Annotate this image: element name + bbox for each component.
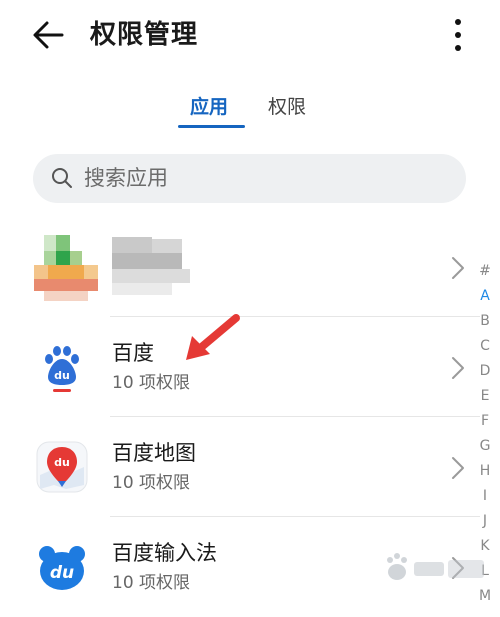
app-name: 百度输入法: [112, 541, 217, 565]
baidu-input-icon: du: [39, 546, 85, 590]
more-vertical-icon[interactable]: [445, 16, 471, 54]
list-item-baidu-map[interactable]: du 百度地图 10 项权限: [0, 417, 480, 517]
svg-text:du: du: [54, 456, 70, 469]
watermark-logo-icon: [387, 553, 484, 580]
tab-apps[interactable]: 应用: [190, 94, 228, 120]
baidu-map-icon: du: [36, 441, 88, 493]
index-letter[interactable]: E: [470, 384, 500, 409]
list-item-blurred-app[interactable]: [0, 217, 480, 317]
index-letter[interactable]: D: [470, 359, 500, 384]
index-letter[interactable]: B: [470, 309, 500, 334]
baidu-paw-icon: du: [45, 346, 79, 392]
tab-permissions[interactable]: 权限: [268, 94, 306, 120]
app-permission-count: 10 项权限: [112, 573, 191, 593]
svg-text:du: du: [54, 369, 70, 382]
active-tab-indicator: [178, 125, 245, 128]
index-letter[interactable]: F: [470, 409, 500, 434]
app-permission-count: 10 项权限: [112, 373, 191, 393]
index-letter[interactable]: G: [470, 434, 500, 459]
annotation-arrow-icon: [186, 314, 240, 360]
page-title: 权限管理: [90, 20, 199, 50]
search-placeholder: 搜索应用: [84, 166, 168, 190]
app-name: 百度: [112, 341, 154, 365]
search-icon: [52, 168, 72, 188]
app-name: 百度地图: [112, 441, 196, 465]
index-letter[interactable]: C: [470, 334, 500, 359]
app-permission-count: 10 项权限: [112, 473, 191, 493]
back-arrow-icon[interactable]: [30, 17, 66, 53]
chevron-right-icon: [452, 257, 464, 279]
chevron-right-icon: [452, 457, 464, 479]
index-letter-active[interactable]: A: [470, 284, 500, 309]
index-letter[interactable]: I: [470, 484, 500, 509]
svg-text:du: du: [50, 563, 74, 583]
index-letter[interactable]: J: [470, 509, 500, 534]
index-letter[interactable]: #: [470, 259, 500, 284]
chevron-right-icon: [452, 357, 464, 379]
index-letter[interactable]: H: [470, 459, 500, 484]
